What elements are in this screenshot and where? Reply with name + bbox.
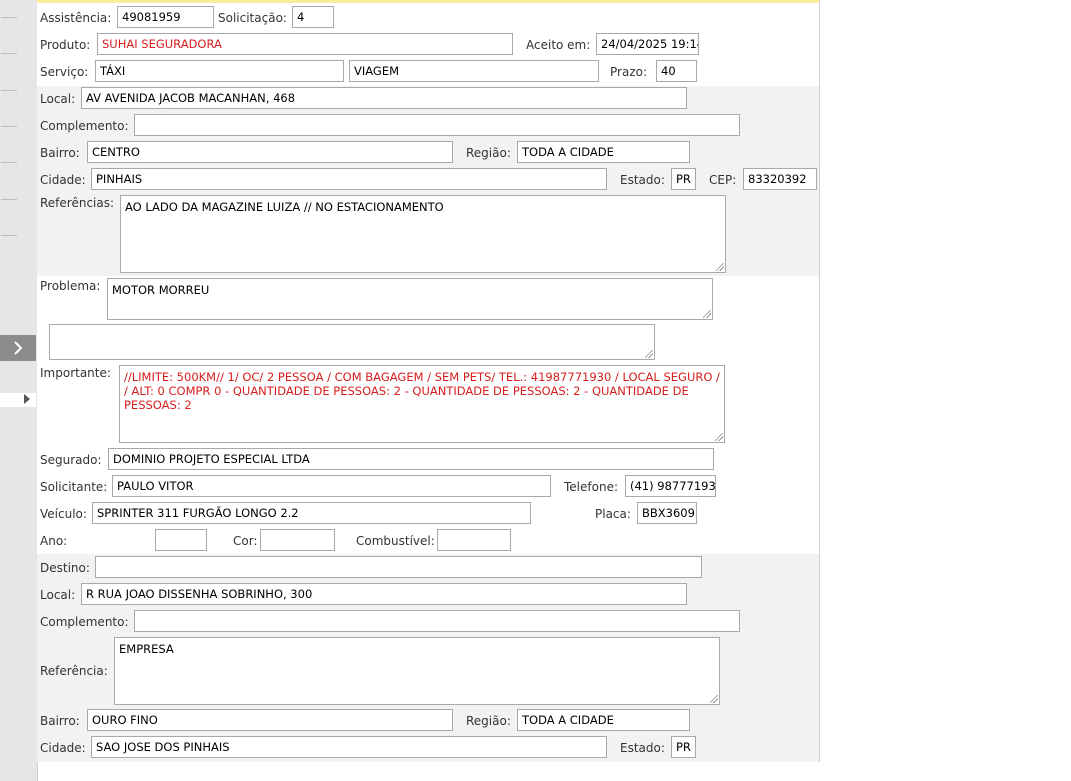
dest-estado-label: Estado:	[620, 741, 665, 755]
solicitacao-label: Solicitação:	[218, 11, 287, 25]
aceito-em-field[interactable]: 24/04/2025 19:14	[596, 33, 699, 55]
solicitante-field[interactable]: PAULO VITOR	[112, 475, 551, 497]
aceito-em-label: Aceito em:	[526, 38, 591, 52]
chevron-right-icon	[14, 341, 23, 355]
resize-grip-icon[interactable]	[716, 263, 724, 271]
veiculo-label: Veículo:	[40, 507, 87, 521]
veiculo-field[interactable]: SPRINTER 311 FURGÃO LONGO 2.2	[92, 502, 531, 524]
prazo-field[interactable]: 40	[656, 60, 697, 82]
gutter-row	[0, 393, 36, 407]
regiao-field[interactable]: TODA A CIDADE	[517, 141, 690, 163]
resize-grip-icon[interactable]	[710, 695, 718, 703]
complemento-field[interactable]	[134, 114, 740, 136]
cor-label: Cor:	[233, 534, 258, 548]
combustivel-field[interactable]	[437, 529, 511, 551]
estado-field[interactable]: PR	[671, 168, 696, 190]
ano-label: Ano:	[40, 534, 68, 548]
dest-referencia-label: Referência:	[40, 664, 108, 678]
referencias-label: Referências:	[40, 196, 115, 210]
gutter-divider	[1, 162, 17, 163]
solicitacao-field[interactable]: 4	[292, 6, 334, 28]
assistencia-field[interactable]: 49081959	[117, 6, 214, 28]
dest-local-label: Local:	[40, 588, 76, 602]
destino-field[interactable]	[95, 556, 702, 578]
importante-text: //LIMITE: 500KM// 1/ OC/ 2 PESSOA / COM …	[124, 370, 720, 412]
top-accent-bar	[37, 0, 819, 3]
combustivel-label: Combustível:	[356, 534, 435, 548]
placa-field[interactable]: BBX3609	[637, 502, 697, 524]
dest-estado-field[interactable]: PR	[671, 736, 696, 758]
placa-label: Placa:	[595, 507, 631, 521]
gutter-divider	[1, 126, 17, 127]
assistencia-label: Assistência:	[40, 11, 112, 25]
dest-regiao-label: Região:	[466, 714, 511, 728]
prazo-label: Prazo:	[610, 65, 647, 79]
gutter-divider	[1, 235, 17, 236]
problema-label: Problema:	[40, 279, 101, 293]
service-form: Assistência: 49081959 Solicitação: 4 Pro…	[37, 0, 820, 762]
destino-label: Destino:	[40, 561, 90, 575]
importante-textarea[interactable]: //LIMITE: 500KM// 1/ OC/ 2 PESSOA / COM …	[119, 365, 725, 443]
dest-complemento-field[interactable]	[134, 610, 740, 632]
telefone-label: Telefone:	[564, 480, 618, 494]
regiao-label: Região:	[466, 146, 511, 160]
left-gutter	[0, 0, 38, 781]
servico-label: Serviço:	[40, 65, 89, 79]
dest-referencia-text: EMPRESA	[119, 642, 174, 656]
gutter-divider	[1, 53, 17, 54]
solicitante-label: Solicitante:	[40, 480, 108, 494]
problema-text: MOTOR MORREU	[112, 283, 210, 297]
cep-field[interactable]: 83320392	[743, 168, 817, 190]
dest-complemento-label: Complemento:	[40, 615, 129, 629]
dest-bairro-field[interactable]: OURO FINO	[87, 709, 453, 731]
servico-field[interactable]: TÁXI	[95, 60, 344, 82]
dest-referencia-textarea[interactable]: EMPRESA	[114, 637, 720, 705]
importante-label: Importante:	[40, 366, 111, 380]
complemento-label: Complemento:	[40, 119, 129, 133]
segurado-field[interactable]: DOMINIO PROJETO ESPECIAL LTDA	[108, 448, 714, 470]
problema-textarea[interactable]: MOTOR MORREU	[107, 278, 713, 320]
dest-cidade-label: Cidade:	[40, 741, 86, 755]
produto-field[interactable]: SUHAI SEGURADORA	[97, 33, 513, 55]
dest-local-field[interactable]: R RUA JOAO DISSENHA SOBRINHO, 300	[81, 583, 687, 605]
cor-field[interactable]	[260, 529, 335, 551]
dest-regiao-field[interactable]: TODA A CIDADE	[517, 709, 690, 731]
cidade-label: Cidade:	[40, 173, 86, 187]
telefone-field[interactable]: (41) 987771930	[625, 475, 716, 497]
bairro-field[interactable]: CENTRO	[87, 141, 453, 163]
dest-bairro-label: Bairro:	[40, 714, 80, 728]
gutter-divider	[1, 199, 17, 200]
estado-label: Estado:	[620, 173, 665, 187]
bairro-label: Bairro:	[40, 146, 80, 160]
referencias-textarea[interactable]: AO LADO DA MAGAZINE LUIZA // NO ESTACION…	[120, 195, 726, 273]
resize-grip-icon[interactable]	[645, 350, 653, 358]
cep-label: CEP:	[709, 173, 737, 187]
triangle-right-icon[interactable]	[24, 394, 30, 404]
gutter-divider	[1, 17, 17, 18]
gutter-divider	[1, 90, 17, 91]
local-label: Local:	[40, 92, 76, 106]
produto-label: Produto:	[40, 38, 91, 52]
local-field[interactable]: AV AVENIDA JACOB MACANHAN, 468	[81, 87, 687, 109]
servico-tipo-field[interactable]: VIAGEM	[349, 60, 599, 82]
referencias-text: AO LADO DA MAGAZINE LUIZA // NO ESTACION…	[125, 200, 444, 214]
dest-cidade-field[interactable]: SAO JOSE DOS PINHAIS	[91, 736, 607, 758]
expand-panel-button[interactable]	[0, 335, 36, 361]
cidade-field[interactable]: PINHAIS	[91, 168, 607, 190]
resize-grip-icon[interactable]	[715, 433, 723, 441]
resize-grip-icon[interactable]	[703, 310, 711, 318]
segurado-label: Segurado:	[40, 453, 102, 467]
problema-extra-textarea[interactable]	[49, 324, 655, 360]
ano-field[interactable]	[155, 529, 207, 551]
